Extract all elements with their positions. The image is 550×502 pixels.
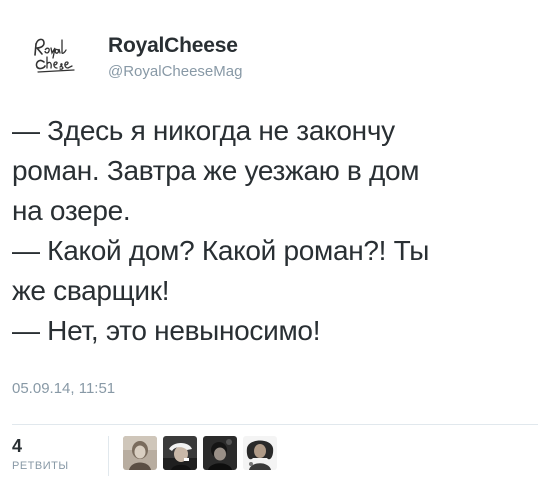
tweet-text: — Здесь я никогда не закончу роман. Завт… bbox=[12, 111, 532, 351]
stats-separator bbox=[108, 436, 109, 476]
retweeter-avatar-1-icon[interactable] bbox=[123, 436, 157, 470]
tweet-stats: 4 РЕТВИТЫ bbox=[12, 436, 277, 476]
retweets-label: РЕТВИТЫ bbox=[12, 460, 69, 472]
author-names: RoyalCheese @RoyalCheeseMag bbox=[108, 30, 242, 83]
tweet-text-line: же сварщик! bbox=[12, 275, 170, 306]
user-handle[interactable]: @RoyalCheeseMag bbox=[108, 61, 242, 83]
tweet-timestamp[interactable]: 05.09.14, 11:51 bbox=[12, 379, 115, 399]
tweet-text-line: роман. Завтра же уезжаю в дом bbox=[12, 155, 420, 186]
retweeter-avatar-2-icon[interactable] bbox=[163, 436, 197, 470]
retweeter-avatar-4-icon[interactable] bbox=[243, 436, 277, 470]
tweet-text-line: — Нет, это невыносимо! bbox=[12, 315, 321, 346]
divider bbox=[12, 424, 538, 425]
retweets-stat[interactable]: 4 РЕТВИТЫ bbox=[12, 436, 108, 474]
tweet-text-line: на озере. bbox=[12, 195, 131, 226]
royal-cheese-logo-icon[interactable] bbox=[30, 30, 92, 80]
display-name[interactable]: RoyalCheese bbox=[108, 34, 242, 58]
retweeter-avatar-3-icon[interactable] bbox=[203, 436, 237, 470]
tweet-header: RoyalCheese @RoyalCheeseMag bbox=[30, 30, 242, 90]
retweets-count: 4 bbox=[12, 436, 23, 456]
retweeters-list bbox=[123, 436, 277, 470]
tweet-text-line: — Какой дом? Какой роман?! Ты bbox=[12, 235, 430, 266]
tweet-card: RoyalCheese @RoyalCheeseMag — Здесь я ни… bbox=[0, 0, 550, 502]
tweet-text-line: — Здесь я никогда не закончу bbox=[12, 115, 395, 146]
